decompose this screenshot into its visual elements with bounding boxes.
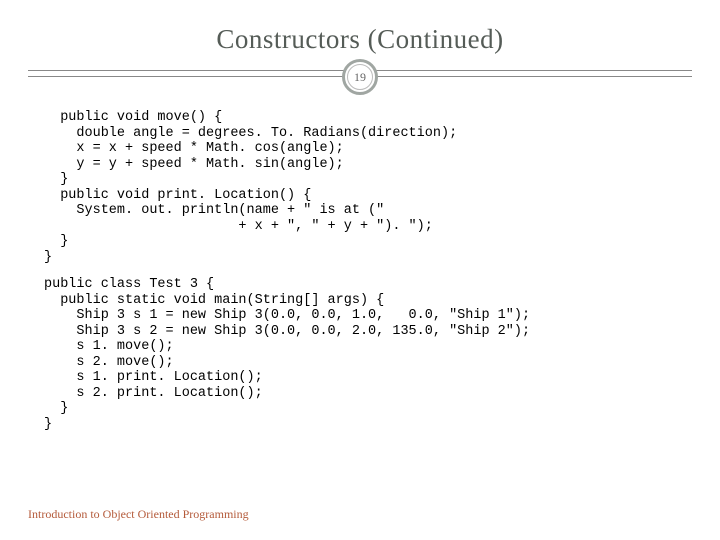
code-block-ship-methods: public void move() { double angle = degr…	[44, 110, 676, 265]
slide-header: Constructors (Continued) 19	[0, 0, 720, 55]
code-block-test-class: public class Test 3 { public static void…	[44, 277, 676, 432]
slide-title: Constructors (Continued)	[0, 24, 720, 55]
page-number: 19	[347, 64, 373, 90]
page-number-badge: 19	[342, 59, 378, 95]
code-content: public void move() { double angle = degr…	[44, 110, 676, 444]
slide-footer: Introduction to Object Oriented Programm…	[28, 507, 249, 522]
